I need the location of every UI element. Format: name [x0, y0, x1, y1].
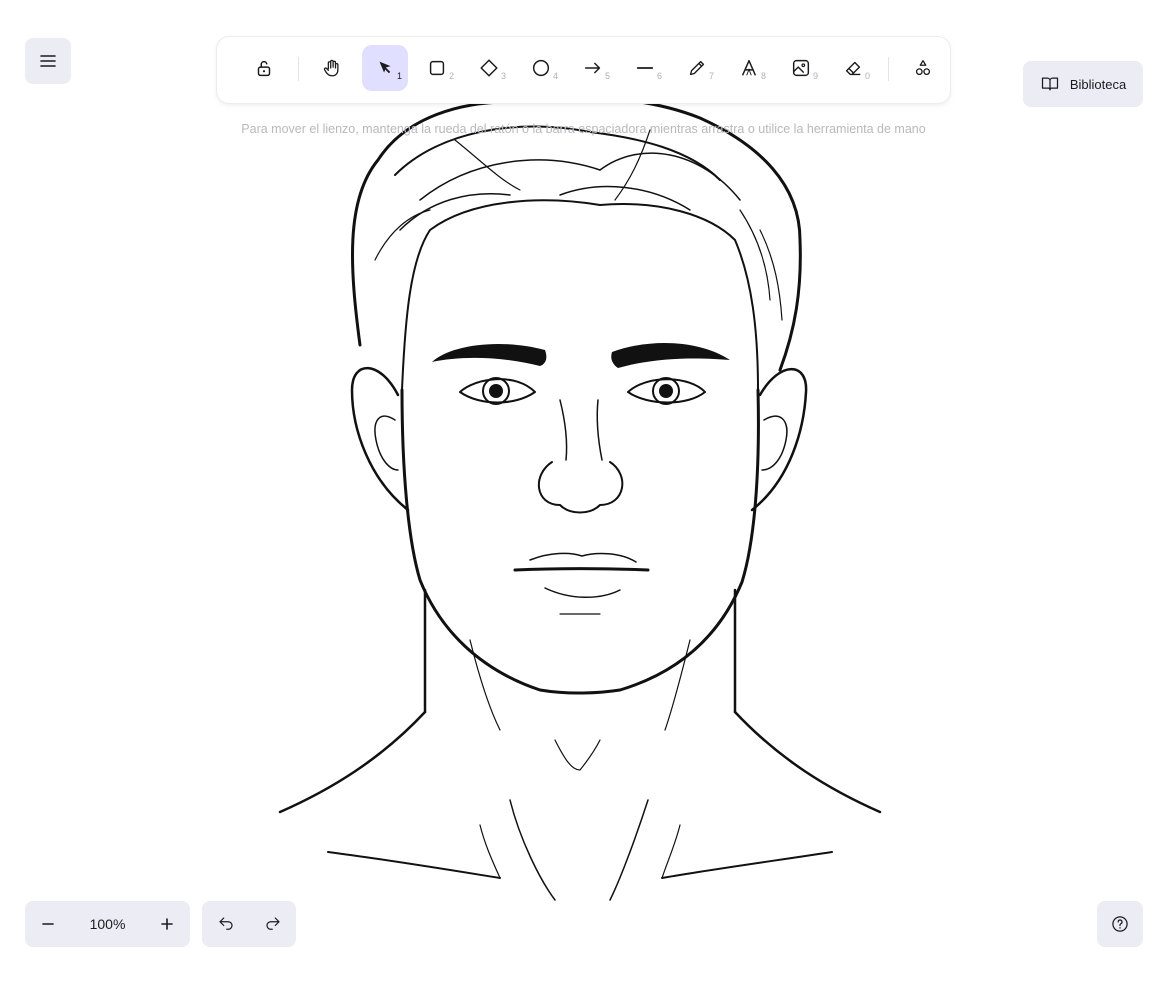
library-label: Biblioteca: [1069, 76, 1127, 92]
pointer-icon: [379, 61, 391, 74]
minus-icon: [42, 923, 54, 925]
tool-rectangle[interactable]: 2: [414, 45, 460, 91]
shortcut-label: 2: [448, 71, 454, 81]
main-menu-button[interactable]: [25, 38, 71, 84]
eraser-icon: [845, 61, 861, 76]
shortcut-label: 4: [552, 71, 558, 81]
shortcut-label: 6: [656, 71, 662, 81]
shortcut-label: 7: [708, 71, 714, 81]
tool-selection[interactable]: 1: [362, 45, 408, 91]
shortcut-label: 3: [500, 71, 506, 81]
plus-icon: [161, 918, 173, 930]
help-button[interactable]: [1097, 901, 1143, 947]
redo-icon: [265, 917, 280, 930]
tool-text[interactable]: 8: [726, 45, 772, 91]
lock-open-icon: [257, 60, 271, 77]
tool-image[interactable]: 9: [778, 45, 824, 91]
hand-icon: [323, 59, 339, 77]
shortcut-label: 9: [812, 71, 818, 81]
tool-diamond[interactable]: 3: [466, 45, 512, 91]
canvas-hint-text: Para mover el lienzo, mantenga la rueda …: [241, 122, 926, 136]
arrow-right-icon: [584, 62, 601, 74]
shortcut-label: 8: [760, 71, 766, 81]
shortcut-label: 1: [396, 71, 402, 81]
tool-eraser[interactable]: 0: [830, 45, 876, 91]
undo-button[interactable]: [202, 901, 249, 947]
zoom-controls: 100%: [25, 901, 190, 947]
shortcut-label: 5: [604, 71, 610, 81]
library-button[interactable]: Biblioteca: [1023, 61, 1143, 107]
tool-draw[interactable]: 7: [674, 45, 720, 91]
undo-icon: [218, 917, 233, 930]
help-icon: [1112, 916, 1128, 932]
square-icon: [429, 60, 445, 76]
line-icon: [636, 67, 654, 69]
tool-hand[interactable]: [309, 45, 355, 91]
shapes-icon: [915, 60, 931, 76]
zoom-reset-button[interactable]: 100%: [71, 916, 144, 932]
text-icon: [741, 59, 757, 76]
hamburger-menu-icon: [40, 55, 56, 67]
tool-ellipse[interactable]: 4: [518, 45, 564, 91]
tool-lock[interactable]: [241, 45, 287, 91]
pencil-icon: [689, 60, 705, 76]
shortcut-label: 0: [864, 71, 870, 81]
tool-more-shapes[interactable]: [900, 45, 946, 91]
tool-line[interactable]: 6: [622, 45, 668, 91]
image-icon: [792, 59, 810, 77]
zoom-out-button[interactable]: [25, 901, 71, 947]
zoom-in-button[interactable]: [144, 901, 190, 947]
tool-arrow[interactable]: 5: [570, 45, 616, 91]
shapes-toolbar: 1 2 3 4 5 6 7 8 9 0: [217, 37, 950, 103]
face-sketch: [278, 95, 882, 901]
canvas-drawing[interactable]: [0, 0, 1173, 987]
history-controls: [202, 901, 296, 947]
toolbar-divider: [888, 57, 889, 81]
book-open-icon: [1041, 77, 1058, 91]
diamond-icon: [480, 59, 498, 77]
redo-button[interactable]: [249, 901, 296, 947]
toolbar-divider: [298, 57, 299, 81]
circle-icon: [532, 59, 550, 77]
